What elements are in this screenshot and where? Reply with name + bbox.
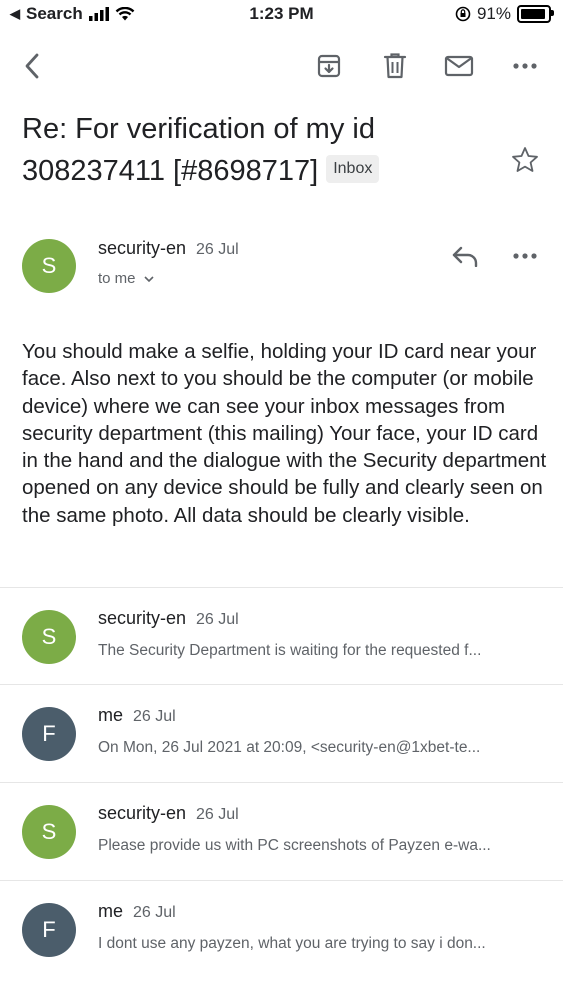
mail-icon	[444, 55, 474, 77]
thread-date: 26 Jul	[133, 904, 176, 921]
thread-message-row[interactable]: Ssecurity-en 26 Jul Please provide us with…	[0, 782, 563, 879]
thread-snippet: I dont use any payzen, what you are tryi…	[98, 935, 486, 952]
battery-fill	[521, 9, 545, 19]
thread-avatar[interactable]: F	[22, 903, 76, 957]
thread-message-row[interactable]: Ssecurity-en 26 Jul The Security Departmen…	[0, 587, 563, 684]
archive-button[interactable]	[313, 50, 345, 82]
status-right: 91%	[455, 4, 554, 24]
message-header[interactable]: security-en 26 Jul	[98, 238, 239, 259]
battery-percent: 91%	[476, 4, 511, 23]
sender-avatar[interactable]: S	[22, 239, 76, 293]
thread-sender-name: me	[98, 705, 124, 725]
star-button[interactable]	[510, 145, 540, 175]
chevron-left-icon	[25, 53, 39, 79]
thread-snippet: Please provide us with PC screenshots of…	[98, 837, 491, 854]
mark-unread-button[interactable]	[443, 50, 475, 82]
orientation-lock-icon	[455, 6, 471, 22]
thread-date: 26 Jul	[196, 611, 239, 628]
more-options-button[interactable]	[509, 50, 541, 82]
thread-message-row[interactable]: Fme 26 Jul I dont use any payzen, what you…	[0, 880, 563, 977]
reply-button[interactable]	[448, 241, 482, 271]
thread-header: security-en 26 Jul	[98, 803, 239, 824]
chevron-down-icon	[144, 276, 154, 283]
thread-snippet: On Mon, 26 Jul 2021 at 20:09, <security-…	[98, 739, 481, 756]
recipient-label: to me	[98, 270, 136, 287]
message-date: 26 Jul	[196, 241, 239, 258]
thread-sender-name: me	[98, 901, 124, 921]
thread-date: 26 Jul	[196, 806, 239, 823]
thread-avatar[interactable]: F	[22, 707, 76, 761]
thread-avatar[interactable]: S	[22, 805, 76, 859]
thread-snippet: The Security Department is waiting for t…	[98, 642, 482, 659]
thread-date: 26 Jul	[133, 708, 176, 725]
archive-icon	[317, 54, 341, 78]
more-horizontal-icon	[513, 253, 537, 259]
thread-header: me 26 Jul	[98, 705, 176, 726]
thread-header: security-en 26 Jul	[98, 608, 239, 629]
recipient-details-toggle[interactable]: to me	[98, 270, 154, 287]
delete-button[interactable]	[379, 50, 411, 82]
star-icon	[512, 147, 538, 172]
subject-text: Re: For verification of my id 308237411 …	[22, 113, 375, 187]
inbox-label-badge[interactable]: Inbox	[326, 155, 380, 184]
thread-avatar[interactable]: S	[22, 610, 76, 664]
reply-icon	[452, 246, 478, 267]
status-bar: ◀ Search 1:23 PM 91%	[0, 0, 563, 30]
back-button[interactable]	[16, 50, 48, 82]
thread-sender-name: security-en	[98, 803, 187, 823]
battery-icon	[517, 5, 554, 23]
message-body: You should make a selfie, holding your I…	[22, 340, 547, 527]
thread-message-row[interactable]: Fme 26 Jul On Mon, 26 Jul 2021 at 20:09, <…	[0, 684, 563, 781]
toolbar	[0, 40, 563, 90]
email-subject: Re: For verification of my id 308237411 …	[22, 108, 492, 192]
thread-header: me 26 Jul	[98, 901, 176, 922]
more-horizontal-icon	[513, 63, 537, 69]
sender-name: security-en	[98, 238, 187, 258]
thread-sender-name: security-en	[98, 608, 187, 628]
trash-icon	[383, 53, 407, 79]
message-more-button[interactable]	[508, 241, 542, 271]
